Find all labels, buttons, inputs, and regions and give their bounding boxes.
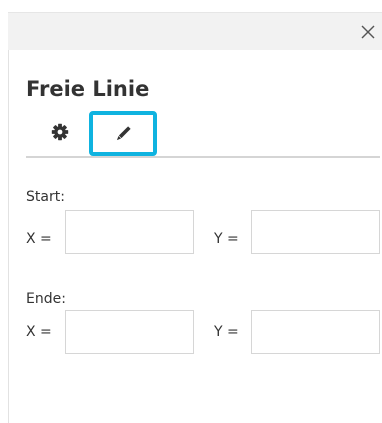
start-section-label: Start:	[26, 189, 65, 205]
tab-separator	[26, 156, 380, 158]
tab-settings[interactable]	[44, 114, 76, 150]
pencil-icon	[113, 124, 133, 144]
gear-icon	[51, 123, 69, 141]
start-x-label: X =	[26, 231, 52, 247]
end-x-input[interactable]	[65, 310, 194, 354]
panel-left-border	[8, 12, 9, 423]
start-x-input[interactable]	[65, 210, 194, 254]
start-y-label: Y =	[214, 231, 239, 247]
end-y-input[interactable]	[251, 310, 380, 354]
close-icon	[361, 25, 375, 39]
start-y-input[interactable]	[251, 210, 380, 254]
end-x-label: X =	[26, 324, 52, 340]
tab-edit[interactable]	[89, 111, 157, 156]
end-section-label: Ende:	[26, 291, 66, 307]
properties-panel: Freie Linie Start: X = Y = Ende: X = Y =	[0, 0, 382, 423]
close-button[interactable]	[354, 18, 382, 46]
panel-title: Freie Linie	[26, 77, 150, 101]
end-y-label: Y =	[214, 324, 239, 340]
panel-header-bar	[8, 12, 382, 50]
